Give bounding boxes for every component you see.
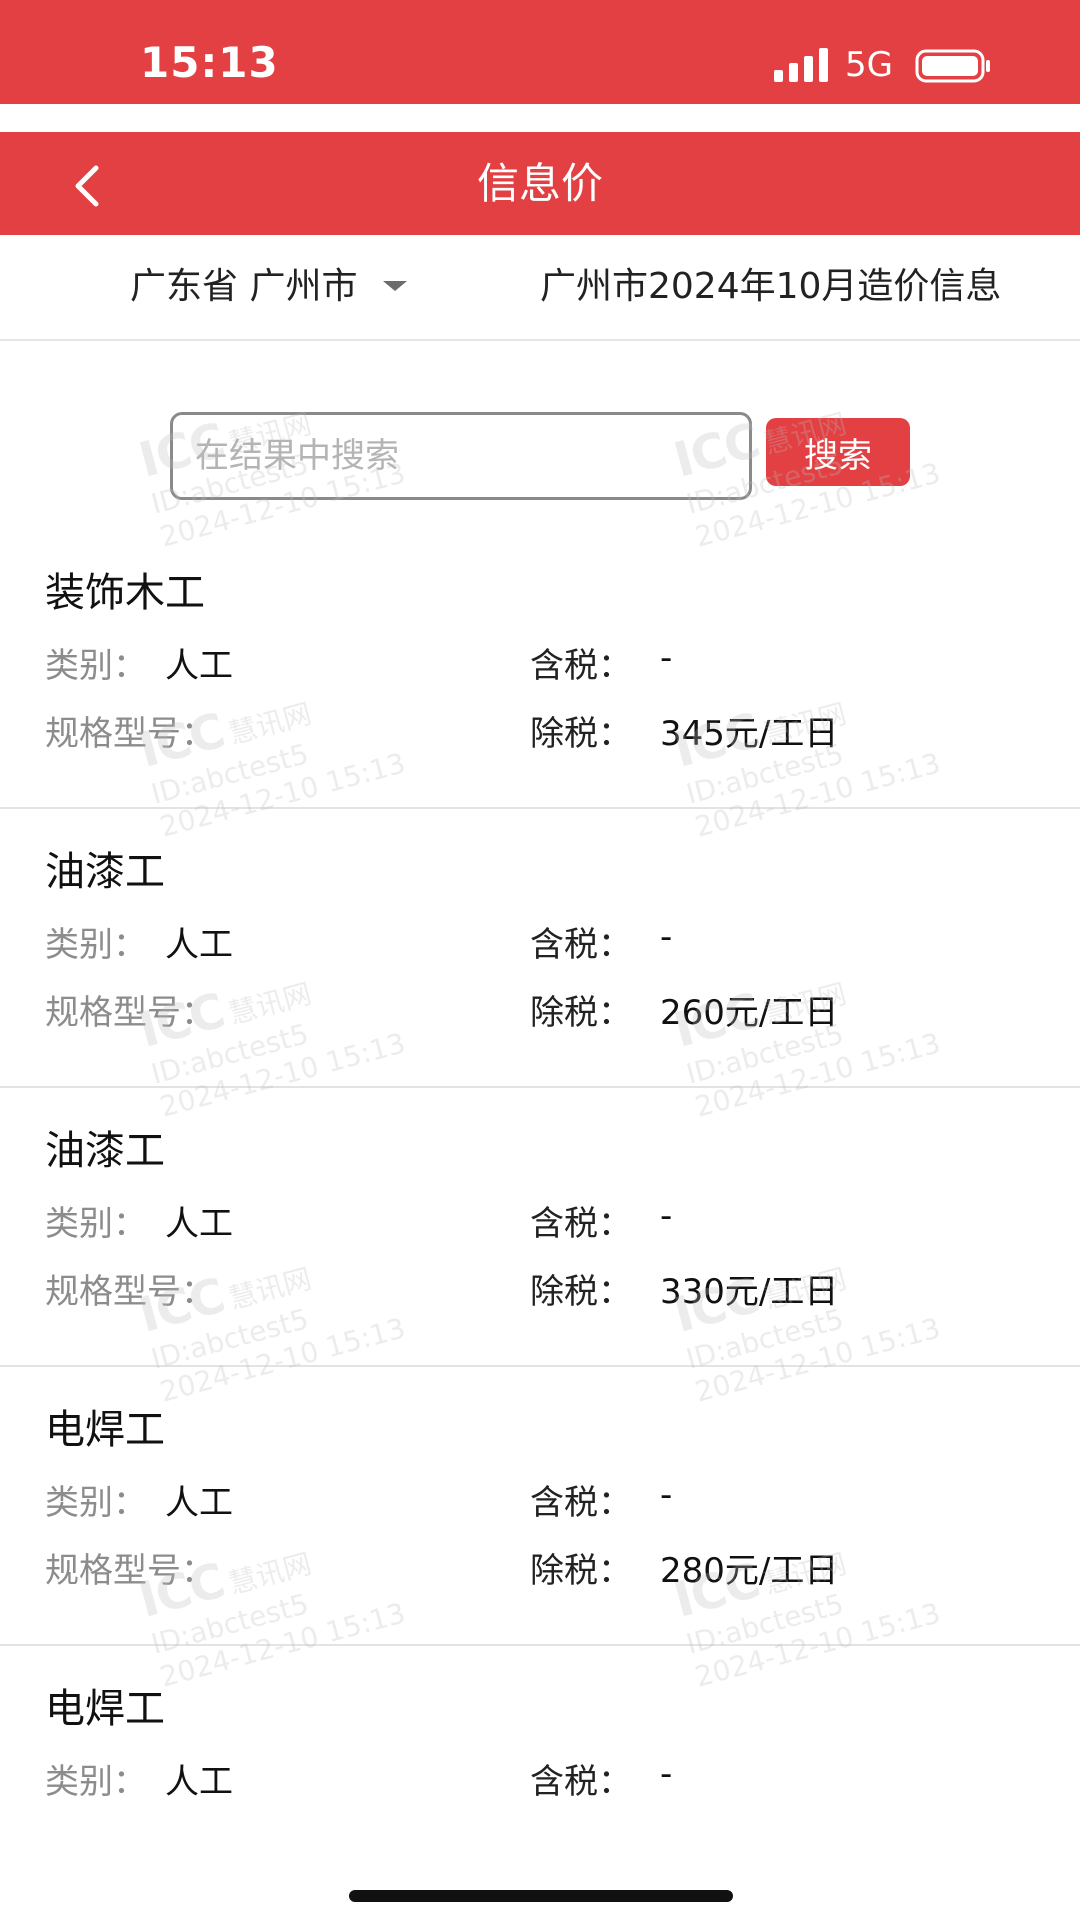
- category-value: 人工: [165, 1483, 233, 1523]
- tax-excl-label: 除税：: [530, 714, 632, 754]
- status-time: 15:13: [140, 38, 279, 87]
- period-dropdown[interactable]: 广州市2024年10月造价信息: [540, 235, 1040, 339]
- caret-down-icon: [383, 281, 408, 291]
- list-item[interactable]: 油漆工 类别： 人工 含税： - 规格型号： 除税： 260元/工日: [0, 809, 1080, 1088]
- network-label: 5G: [845, 45, 893, 85]
- nav-bar: 信息价: [0, 132, 1080, 235]
- spec-label: 规格型号：: [45, 1551, 215, 1591]
- list-item[interactable]: 电焊工 类别： 人工 含税： - 规格型号： 除税： 280元/工日: [0, 1367, 1080, 1646]
- status-bar: 15:13 5G: [0, 0, 1080, 104]
- spec-label: 规格型号：: [45, 714, 215, 754]
- tax-incl-label: 含税：: [530, 1204, 632, 1244]
- item-name: 油漆工: [45, 849, 165, 895]
- category-label: 类别：: [45, 1204, 147, 1244]
- tax-excl-value: 260元/工日: [660, 993, 839, 1033]
- list-item[interactable]: 油漆工 类别： 人工 含税： - 规格型号： 除税： 330元/工日: [0, 1088, 1080, 1367]
- category-label: 类别：: [45, 925, 147, 965]
- tax-excl-value: 330元/工日: [660, 1272, 839, 1312]
- list-item[interactable]: 装饰木工 类别： 人工 含税： - 规格型号： 除税： 345元/工日: [0, 530, 1080, 809]
- tax-excl-label: 除税：: [530, 993, 632, 1033]
- tax-incl-label: 含税：: [530, 646, 632, 686]
- tax-incl-label: 含税：: [530, 1483, 632, 1523]
- tax-excl-label: 除税：: [530, 1551, 632, 1591]
- spec-label: 规格型号：: [45, 993, 215, 1033]
- category-label: 类别：: [45, 1483, 147, 1523]
- tax-incl-value: -: [660, 1754, 673, 1794]
- tax-incl-value: -: [660, 1196, 673, 1236]
- tax-incl-value: -: [660, 917, 673, 957]
- tax-incl-value: -: [660, 1475, 673, 1515]
- page-title: 信息价: [476, 159, 603, 208]
- signal-icon: [774, 48, 828, 82]
- search-button[interactable]: 搜索: [766, 418, 910, 486]
- item-name: 装饰木工: [45, 570, 205, 616]
- battery-icon: [915, 49, 990, 83]
- category-value: 人工: [165, 1762, 233, 1802]
- search-row: 搜索: [0, 410, 1080, 506]
- tax-incl-label: 含税：: [530, 1762, 632, 1802]
- status-gap: [0, 104, 1080, 132]
- tax-incl-label: 含税：: [530, 925, 632, 965]
- item-name: 电焊工: [45, 1686, 165, 1732]
- region-label: 广东省 广州市: [130, 266, 358, 307]
- category-label: 类别：: [45, 646, 147, 686]
- home-indicator[interactable]: [349, 1890, 733, 1902]
- spec-label: 规格型号：: [45, 1272, 215, 1312]
- price-list: 装饰木工 类别： 人工 含税： - 规格型号： 除税： 345元/工日 油漆工 …: [0, 530, 1080, 1925]
- tax-excl-value: 280元/工日: [660, 1551, 839, 1591]
- category-value: 人工: [165, 1204, 233, 1244]
- tax-excl-label: 除税：: [530, 1272, 632, 1312]
- category-value: 人工: [165, 925, 233, 965]
- item-name: 电焊工: [45, 1407, 165, 1453]
- list-item[interactable]: 电焊工 类别： 人工 含税： -: [0, 1646, 1080, 1925]
- filter-bar: 广东省 广州市 广州市2024年10月造价信息: [0, 235, 1080, 341]
- region-dropdown[interactable]: 广东省 广州市: [130, 235, 408, 339]
- tax-excl-value: 345元/工日: [660, 714, 839, 754]
- category-value: 人工: [165, 646, 233, 686]
- tax-incl-value: -: [660, 638, 673, 678]
- category-label: 类别：: [45, 1762, 147, 1802]
- search-input[interactable]: [170, 412, 752, 500]
- item-name: 油漆工: [45, 1128, 165, 1174]
